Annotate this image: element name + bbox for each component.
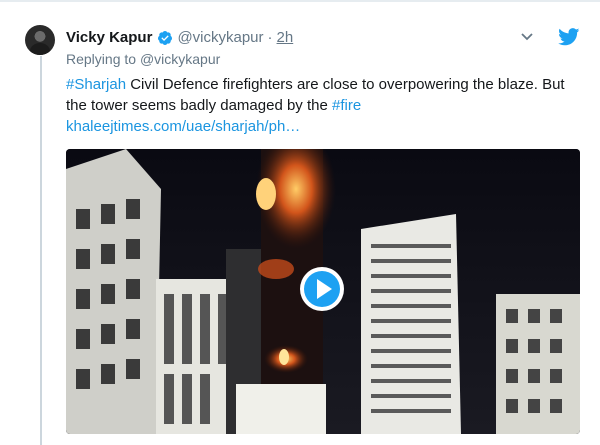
separator-dot: ·	[267, 29, 273, 46]
thread-line	[40, 56, 42, 445]
timestamp[interactable]: 2h	[277, 29, 294, 46]
hashtag-fire[interactable]: #fire	[332, 97, 361, 114]
twitter-bird-icon[interactable]	[558, 28, 580, 46]
verified-badge-icon	[158, 30, 173, 45]
replying-to-prefix: Replying to	[66, 51, 140, 67]
play-icon[interactable]	[298, 265, 346, 313]
top-divider	[0, 0, 600, 2]
article-link[interactable]: khaleejtimes.com/uae/sharjah/ph…	[66, 118, 300, 135]
avatar[interactable]	[25, 25, 55, 55]
hashtag-sharjah[interactable]: #Sharjah	[66, 76, 126, 93]
author-name[interactable]: Vicky Kapur	[66, 29, 152, 46]
tweet-body-text: Civil Defence firefighters are close to …	[66, 76, 565, 114]
replying-to-handle[interactable]: @vickykapur	[140, 51, 220, 67]
chevron-down-icon[interactable]	[520, 32, 534, 42]
tweet-text: #Sharjah Civil Defence firefighters are …	[66, 74, 586, 137]
replying-to-line: Replying to @vickykapur	[66, 51, 220, 67]
tweet-header: Vicky Kapur @vickykapur · 2h	[66, 29, 293, 46]
author-handle[interactable]: @vickykapur	[177, 29, 263, 46]
